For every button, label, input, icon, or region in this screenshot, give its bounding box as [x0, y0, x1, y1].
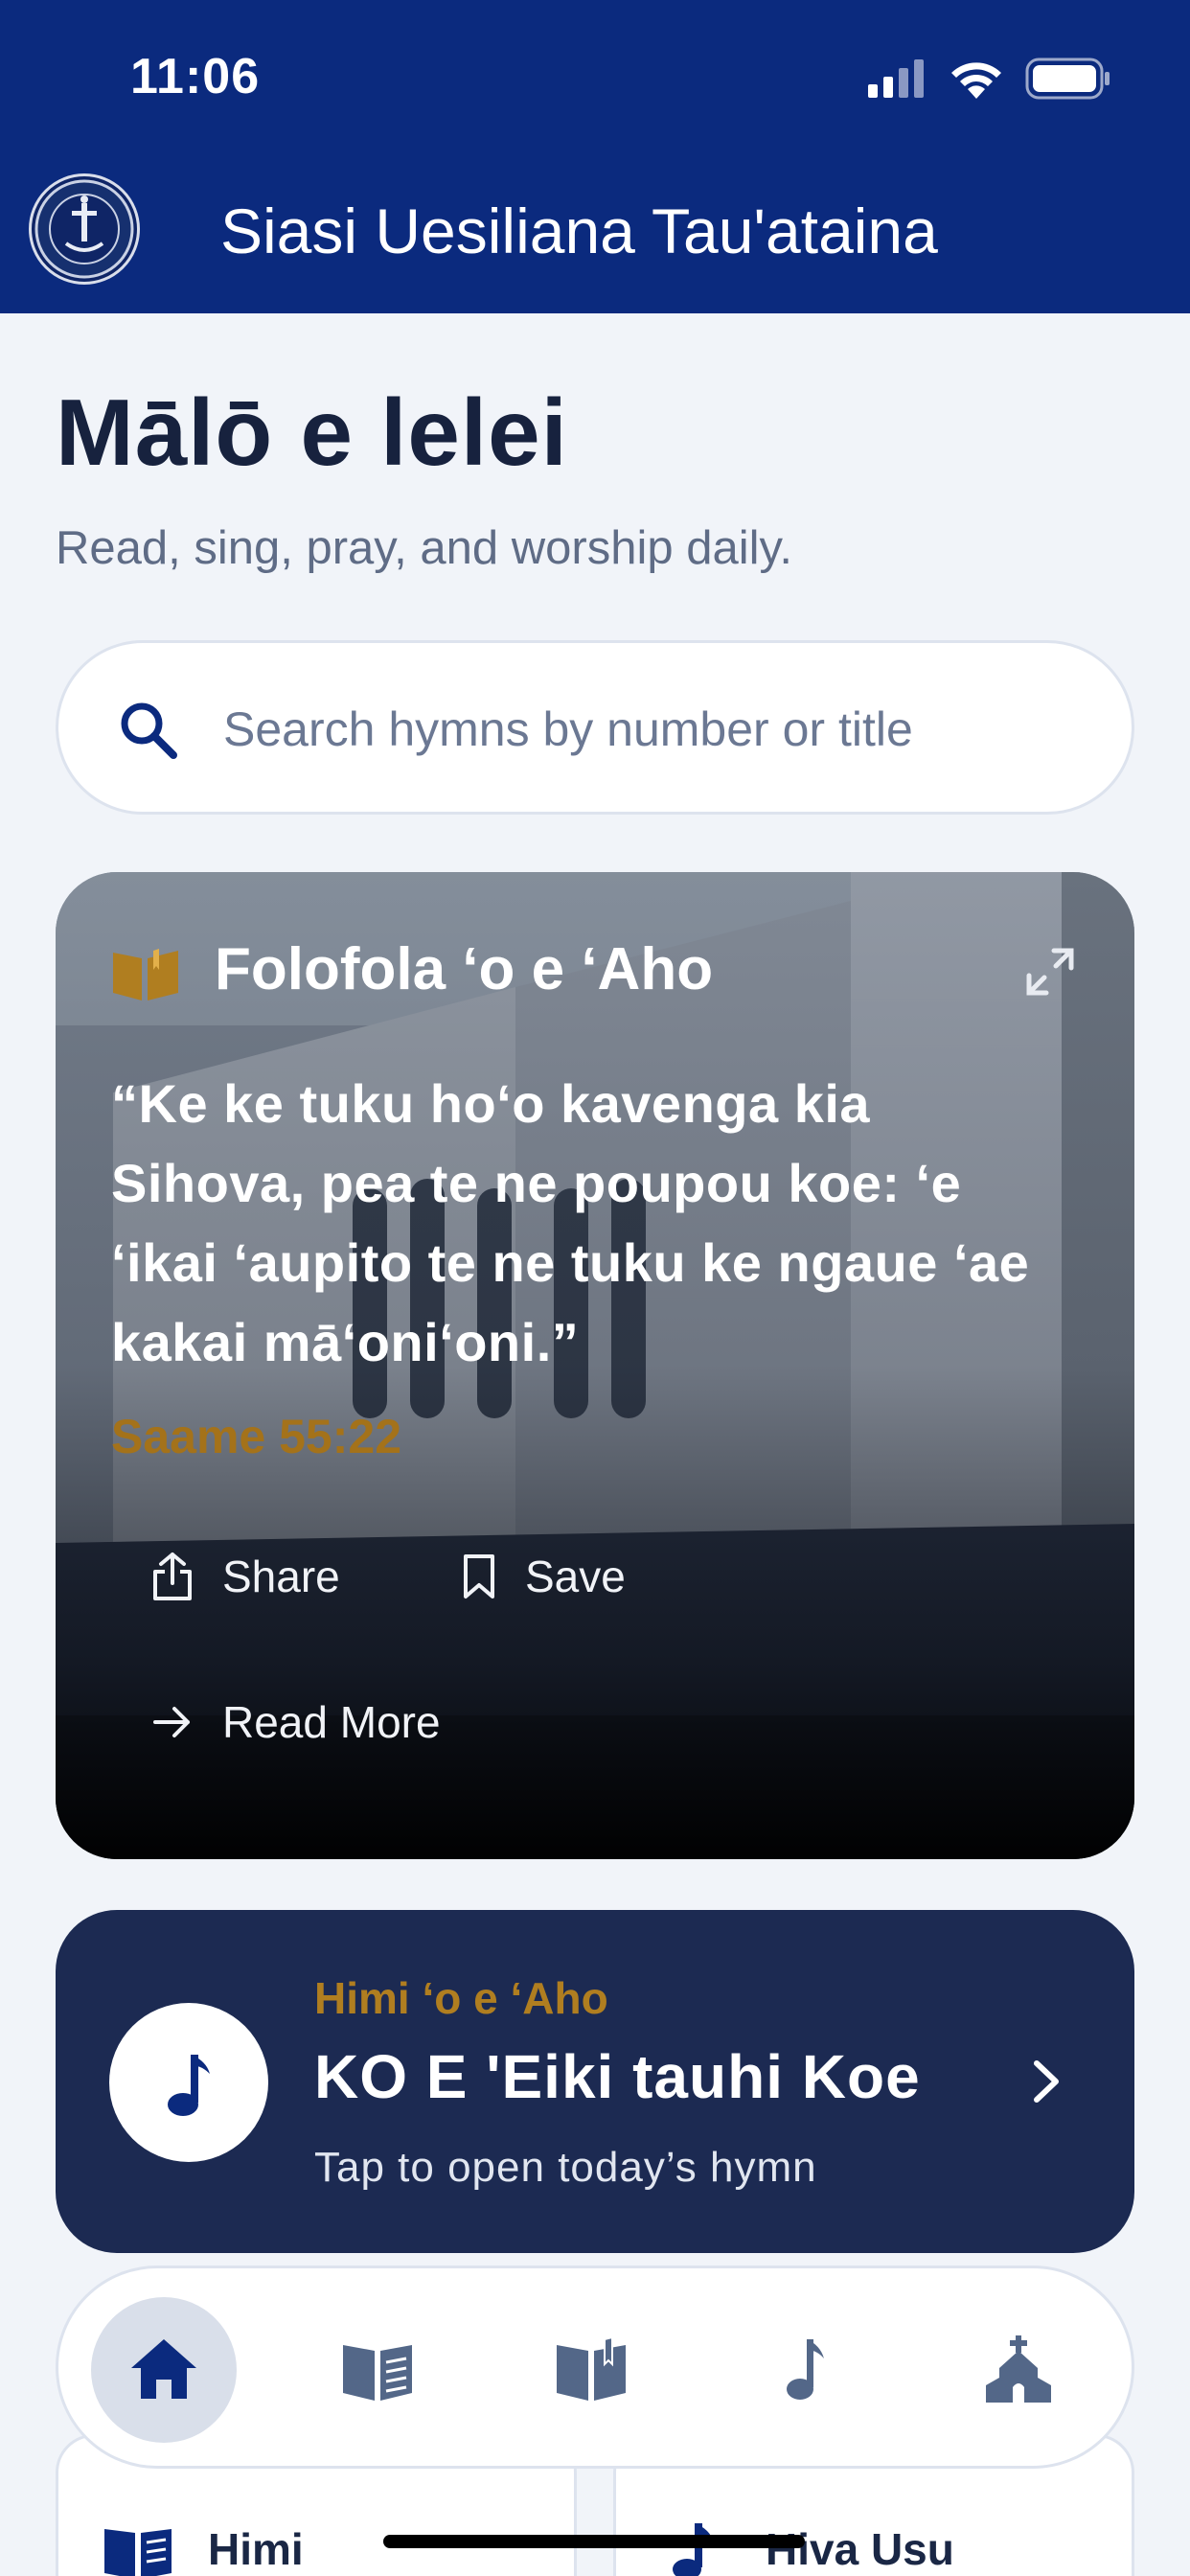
church-icon: [986, 2335, 1051, 2403]
verse-reference: Saame 55:22: [111, 1410, 402, 1463]
search-bar[interactable]: [56, 640, 1134, 815]
page-subtitle: Read, sing, pray, and worship daily.: [56, 522, 792, 574]
status-bar: 11:06: [0, 0, 1190, 158]
battery-icon: [1025, 58, 1110, 100]
read-more-button[interactable]: Read More: [151, 1696, 441, 1748]
open-book-icon: [113, 949, 178, 1000]
hymns-quick-card-label: Himi: [208, 2524, 304, 2574]
chevron-right-icon: [1034, 2060, 1059, 2103]
wifi-icon: [951, 62, 1001, 99]
share-button[interactable]: Share: [151, 1551, 340, 1602]
tab-home[interactable]: [91, 2297, 237, 2443]
verse-of-the-day-card[interactable]: Folofola ʻo e ʻAho “Ke ke tuku hoʻo kave…: [56, 872, 1134, 1859]
hymn-icon-circle: [109, 2003, 268, 2162]
search-input[interactable]: [223, 681, 1086, 777]
search-icon: [121, 702, 177, 759]
save-button[interactable]: Save: [462, 1551, 626, 1602]
hymn-subtitle: Tap to open today’s hymn: [314, 2144, 817, 2191]
share-icon: [153, 1552, 192, 1600]
app-header: Siasi Uesiliana Tau'ataina: [0, 158, 1190, 313]
book-lines-icon: [343, 2345, 412, 2401]
arrow-right-icon: [153, 1707, 190, 1737]
status-time: 11:06: [130, 49, 261, 104]
bookmark-icon: [464, 1554, 494, 1598]
page-title: Mālō e lelei: [56, 380, 568, 485]
music-note-icon: [787, 2339, 824, 2400]
tab-church[interactable]: [946, 2297, 1091, 2443]
music-note-icon: [168, 2055, 210, 2116]
music-note-icon: [673, 2523, 714, 2576]
read-more-label: Read More: [222, 1697, 441, 1747]
expand-icon[interactable]: [1023, 945, 1077, 999]
status-icons: [868, 58, 1111, 100]
app-title: Siasi Uesiliana Tau'ataina: [220, 196, 938, 266]
save-label: Save: [525, 1552, 626, 1601]
hymn-of-the-day-card[interactable]: Himi ʻo e ʻAho KO E 'Eiki tauhi Koe Tap …: [56, 1910, 1134, 2253]
home-indicator: [383, 2535, 805, 2548]
home-icon: [131, 2339, 196, 2399]
bottom-tab-bar: [56, 2266, 1134, 2469]
hymn-title: KO E 'Eiki tauhi Koe: [314, 2042, 921, 2111]
tab-music[interactable]: [732, 2297, 878, 2443]
cellular-signal-icon: [868, 59, 924, 98]
hymn-book-icon: [104, 2529, 172, 2576]
tab-bible[interactable]: [518, 2297, 664, 2443]
share-label: Share: [222, 1552, 340, 1601]
open-book-icon: [557, 2335, 626, 2401]
hymn-of-the-day-label: Himi ʻo e ʻAho: [314, 1973, 608, 2023]
verse-heading: Folofola ʻo e ʻAho: [215, 936, 714, 1002]
church-seal-logo: [29, 173, 140, 285]
verse-text: “Ke ke tuku hoʻo kavenga kia Sihova, pea…: [111, 1073, 1030, 1372]
songs-quick-card-label: Hiva Usu: [766, 2524, 954, 2574]
tab-hymns[interactable]: [305, 2297, 450, 2443]
